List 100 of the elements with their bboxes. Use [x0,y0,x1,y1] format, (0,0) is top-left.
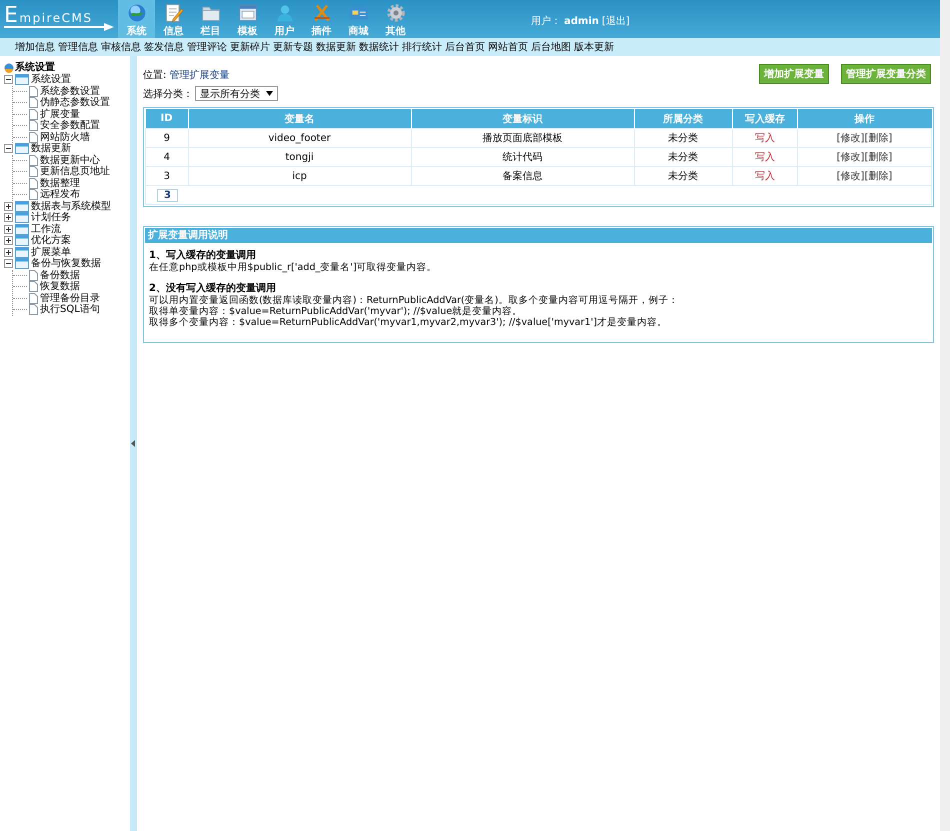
category-select[interactable]: 显示所有分类 [195,86,278,101]
write-cache-link[interactable]: 写入 [754,171,775,182]
tree-item[interactable]: 安全参数配置 [40,120,100,132]
collapse-icon[interactable] [4,75,13,84]
column-header: 变量名 [188,109,411,128]
document-icon [29,178,38,189]
table-cell: 未分类 [634,128,732,148]
collapse-icon[interactable] [4,144,13,154]
tree-item[interactable]: 数据更新中心 [40,154,100,166]
table-cell: 4 [146,148,188,166]
document-icon [29,189,38,200]
column-header: 操作 [797,109,932,128]
table-cell: 9 [146,128,188,148]
expand-icon[interactable] [4,248,13,257]
location-label: 位置: [143,70,168,81]
menu-link[interactable]: 更新碎片 [230,40,270,54]
menu-link[interactable]: 增加信息 [15,40,55,54]
document-icon [29,166,38,178]
action-link[interactable]: [删除] [864,152,892,163]
document-icon [29,304,38,316]
tree-item[interactable]: 网站防火墙 [40,132,90,143]
folder-icon [15,235,29,246]
folder-icon [15,200,29,212]
menu-link[interactable]: 管理评论 [187,40,227,54]
document-icon [29,132,38,143]
menu-link[interactable]: 网站首页 [488,40,528,54]
tree-item[interactable]: 管理备份目录 [40,292,100,304]
breadcrumb-link[interactable]: 管理扩展变量 [170,70,230,81]
tree-item[interactable]: 系统设置 [31,74,71,86]
expand-icon[interactable] [4,236,13,246]
menu-link[interactable]: 管理信息 [58,40,98,54]
write-cache-link[interactable]: 写入 [754,152,775,163]
note-text: 取得单变量内容：$value=ReturnPublicAddVar('myvar'); //$value就是变量内容。 [149,306,524,317]
dropdown-arrow-icon [266,91,273,96]
tree-item[interactable]: 恢复数据 [40,281,80,292]
menu-link[interactable]: 更新专题 [273,40,313,54]
expand-icon[interactable] [4,213,13,222]
folder-icon [15,258,29,270]
column-header: 写入缓存 [732,109,798,128]
user-label: 用户： [531,16,561,27]
table-cell: tongji [188,148,411,166]
table-cell: video_footer [188,128,411,148]
tree-item[interactable]: 数据表与系统模型 [31,200,111,212]
page-number[interactable]: 3 [157,188,178,202]
filter-label: 选择分类： [143,88,193,100]
column-header: 所属分类 [634,109,732,128]
tree-item[interactable]: 工作流 [31,224,61,235]
collapse-icon[interactable] [4,259,13,268]
table-cell: 3 [146,166,188,186]
tree-item[interactable]: 数据整理 [40,178,80,189]
menu-link[interactable]: 数据统计 [359,40,399,54]
tree-item[interactable]: 更新信息页地址 [40,166,110,178]
menu-link[interactable]: 数据更新 [316,40,356,54]
folder-icon [15,212,29,224]
note-text: 可以用内置变量返回函数(数据库读取变量内容)：ReturnPublicAddVar(变量名)。取多个变量内容可用逗号隔开，例子： [149,295,680,306]
tree-item[interactable]: 执行SQL语句 [40,304,100,316]
action-link[interactable]: [修改] [836,133,864,144]
tree-item[interactable]: 扩展变量 [40,108,80,120]
tree-item[interactable]: 数据更新 [31,143,71,154]
expand-icon[interactable] [4,202,13,211]
tree-item[interactable]: 优化方案 [31,235,71,246]
menu-link[interactable]: 排行统计 [402,40,442,54]
folder-icon [15,246,29,258]
menu-link[interactable]: 后台地图 [531,40,571,54]
folder-icon [15,143,29,154]
tree-item[interactable]: 扩展菜单 [31,246,71,258]
table-cell: 备案信息 [411,166,634,186]
document-icon [29,97,38,108]
tree-item[interactable]: 备份与恢复数据 [31,258,101,270]
tree-item[interactable]: 计划任务 [31,212,71,224]
table-cell: 播放页面底部模板 [411,128,634,148]
menu-link[interactable]: 后台首页 [445,40,485,54]
table-cell: 未分类 [634,148,732,166]
menu-link[interactable]: 版本更新 [574,40,614,54]
table-cell: 统计代码 [411,148,634,166]
action-link[interactable]: [删除] [864,171,892,182]
document-icon [29,108,38,120]
action-link[interactable]: [删除] [864,133,892,144]
column-header: 变量标识 [411,109,634,128]
username: admin [564,16,599,27]
action-link[interactable]: [修改] [836,171,864,182]
action-link[interactable]: [修改] [836,152,864,163]
document-icon [29,281,38,292]
collapse-arrow-icon [131,440,136,447]
write-cache-link[interactable]: 写入 [754,133,775,144]
menu-link[interactable]: 签发信息 [144,40,184,54]
folder-icon [15,74,29,86]
document-icon [29,120,38,132]
tree-item[interactable]: 备份数据 [40,270,80,281]
folder-icon [15,224,29,235]
document-icon [29,270,38,281]
menu-link[interactable]: 审核信息 [101,40,141,54]
tree-item[interactable]: 伪静态参数设置 [40,97,110,108]
tree-item[interactable]: 系统参数设置 [40,86,100,97]
tree-item[interactable]: 远程发布 [40,189,80,200]
section-heading: 1、写入缓存的变量调用 [149,249,257,262]
column-header: ID [146,109,188,128]
note-text: 取得多个变量内容：$value=ReturnPublicAddVar('myvar1,myvar2,myvar3'); //$value['myvar1']才是变量内容。 [149,317,668,328]
note-text: 在任意php或模板中用$public_r['add_变量名']可取得变量内容。 [149,262,438,273]
expand-icon[interactable] [4,224,13,234]
